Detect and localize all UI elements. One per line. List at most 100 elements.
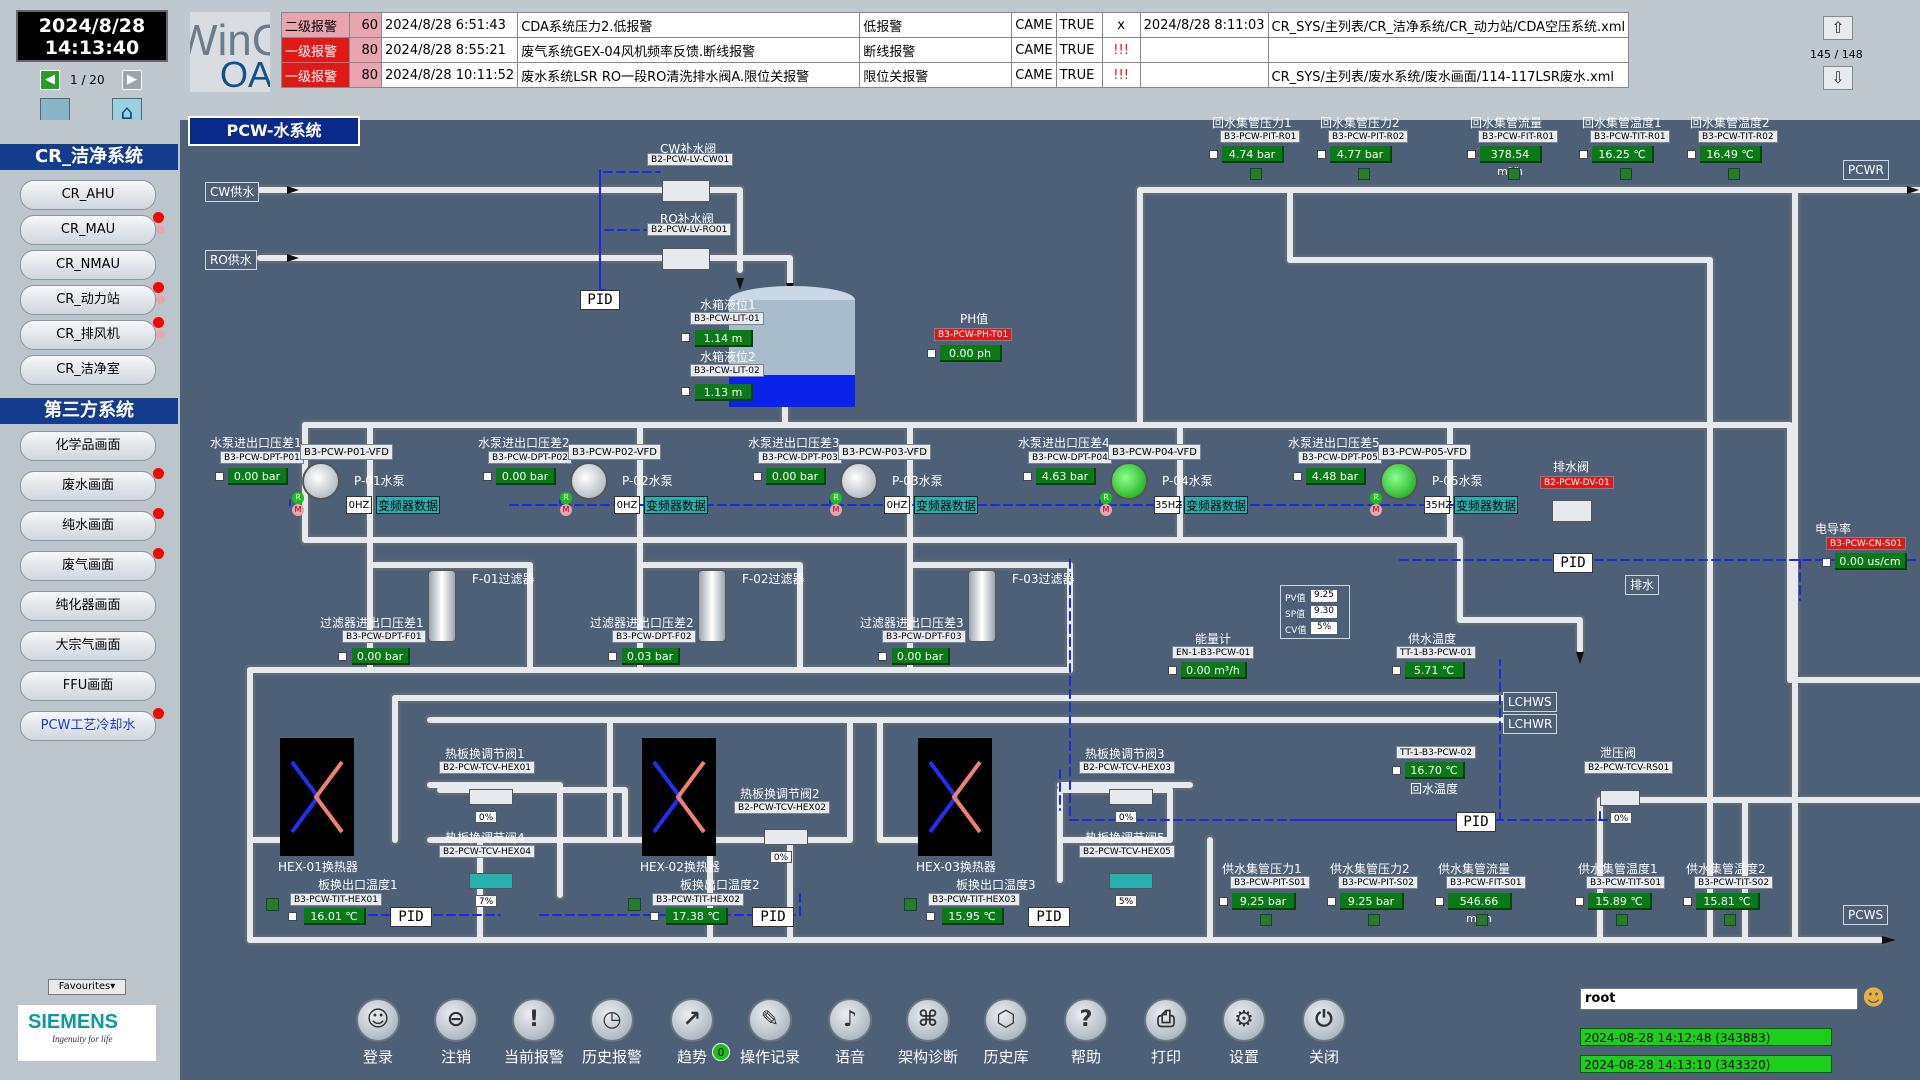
supply-sensor-checkbox[interactable]: [1327, 897, 1336, 906]
pid-drain[interactable]: PID: [1553, 553, 1593, 573]
return-sensor-checkbox[interactable]: [1209, 150, 1218, 159]
drain-valve[interactable]: [1552, 500, 1592, 522]
pid-relief[interactable]: PID: [1456, 812, 1496, 832]
tcv-valve[interactable]: [764, 829, 808, 845]
heat-exchanger-icon[interactable]: [642, 738, 716, 856]
nav-item[interactable]: CR_动力站: [20, 285, 156, 315]
pump-dp-checkbox[interactable]: [483, 472, 492, 481]
supply-sensor-checkbox[interactable]: [1683, 897, 1692, 906]
architecture-diagnosis-icon[interactable]: ⌘: [906, 998, 950, 1042]
pump-vfd-tag[interactable]: B3-PCW-P01-VFD: [300, 444, 394, 460]
pump-icon[interactable]: [570, 462, 608, 500]
supply-sensor-checkbox[interactable]: [1435, 897, 1444, 906]
nav-item[interactable]: CR_AHU: [20, 180, 156, 210]
pid-tank[interactable]: PID: [580, 290, 620, 310]
pump-dp-checkbox[interactable]: [753, 472, 762, 481]
cw-valve[interactable]: [662, 180, 710, 202]
nav-item[interactable]: FFU画面: [20, 671, 156, 701]
hex-temp-checkbox[interactable]: [650, 912, 659, 921]
pump-icon[interactable]: [302, 462, 340, 500]
filter-icon[interactable]: [428, 570, 456, 642]
return-sensor-checkbox[interactable]: [1467, 150, 1476, 159]
return-sensor-checkbox[interactable]: [1579, 150, 1588, 159]
trend-icon[interactable]: ↗: [670, 998, 714, 1042]
nav-item[interactable]: 废水画面: [20, 471, 156, 501]
users-icon[interactable]: ☻: [1862, 985, 1892, 1013]
vfd-data-button[interactable]: 变频器数据: [914, 496, 978, 514]
nav-item[interactable]: 大宗气画面: [20, 631, 156, 661]
settings-icon[interactable]: ⚙: [1222, 998, 1266, 1042]
nav-item[interactable]: CR_NMAU: [20, 250, 156, 280]
history-db-icon[interactable]: ⬡: [984, 998, 1028, 1042]
prev-page-button[interactable]: ◀: [40, 70, 60, 90]
energy-meter-checkbox[interactable]: [1168, 666, 1177, 675]
filter-icon[interactable]: [698, 570, 726, 642]
alarm-up-icon[interactable]: ⇧: [1823, 16, 1853, 40]
sp-value[interactable]: 9.30: [1311, 606, 1337, 618]
favourites-dropdown[interactable]: Favourites▾: [48, 979, 126, 995]
nav-item[interactable]: 化学品画面: [20, 431, 156, 461]
vfd-data-button[interactable]: 变频器数据: [1184, 496, 1248, 514]
pid-hex[interactable]: PID: [752, 907, 794, 927]
nav-item[interactable]: CR_洁净室: [20, 355, 156, 385]
vfd-data-button[interactable]: 变频器数据: [644, 496, 708, 514]
alarm-row[interactable]: 一级报警 80 2024/8/28 10:11:52 废水系统LSR RO一段RO清洗…: [281, 62, 1630, 88]
vfd-data-button[interactable]: 变频器数据: [1454, 496, 1518, 514]
heat-exchanger-icon[interactable]: [918, 738, 992, 856]
return-temp-checkbox[interactable]: [1392, 766, 1401, 775]
ro-valve[interactable]: [662, 248, 710, 270]
pump-icon[interactable]: [1110, 462, 1148, 500]
pump-vfd-tag[interactable]: B3-PCW-P02-VFD: [568, 444, 662, 460]
supply-sensor-checkbox[interactable]: [1219, 897, 1228, 906]
nav-item[interactable]: CR_MAU: [20, 215, 156, 245]
print-icon[interactable]: ⎙: [1144, 998, 1188, 1042]
pump-vfd-tag[interactable]: B3-PCW-P05-VFD: [1378, 444, 1472, 460]
tcv-valve[interactable]: [469, 789, 513, 805]
login-icon[interactable]: ☺: [356, 998, 400, 1042]
pump-dp-checkbox[interactable]: [1293, 472, 1302, 481]
operation-log-icon[interactable]: ✎: [748, 998, 792, 1042]
pump-dp-checkbox[interactable]: [1023, 472, 1032, 481]
ph-checkbox[interactable]: [927, 349, 936, 358]
pump-vfd-tag[interactable]: B3-PCW-P03-VFD: [838, 444, 932, 460]
alarm-row[interactable]: 一级报警 80 2024/8/28 8:55:21 废气系统GEX-04风机频率反馈.…: [281, 37, 1630, 63]
pump-vfd-tag[interactable]: B3-PCW-P04-VFD: [1108, 444, 1202, 460]
supply-temp-checkbox[interactable]: [1392, 666, 1401, 675]
pump-icon[interactable]: [1380, 462, 1418, 500]
tank-level1-checkbox[interactable]: [681, 333, 690, 342]
pid-hex[interactable]: PID: [1028, 907, 1070, 927]
history-alarm-icon[interactable]: ◷: [590, 998, 634, 1042]
nav-item[interactable]: 纯水画面: [20, 511, 156, 541]
nav-item[interactable]: 废气画面: [20, 551, 156, 581]
heat-exchanger-icon[interactable]: [280, 738, 354, 856]
tcv-valve[interactable]: [1109, 789, 1153, 805]
nav-item[interactable]: 纯化器画面: [20, 591, 156, 621]
return-sensor-checkbox[interactable]: [1317, 150, 1326, 159]
alarm-row[interactable]: 二级报警 60 2024/8/28 6:51:43 CDA系统压力2.低报警 低报警 CA…: [281, 12, 1630, 38]
hex-temp-checkbox[interactable]: [288, 912, 297, 921]
hex-temp-checkbox[interactable]: [926, 912, 935, 921]
filter-dp-checkbox[interactable]: [338, 652, 347, 661]
filter-dp-checkbox[interactable]: [608, 652, 617, 661]
relief-valve[interactable]: [1600, 790, 1640, 806]
tank-level2-checkbox[interactable]: [681, 387, 690, 396]
supply-sensor-checkbox[interactable]: [1575, 897, 1584, 906]
return-sensor-checkbox[interactable]: [1687, 150, 1696, 159]
pid-hex[interactable]: PID: [390, 907, 432, 927]
current-alarm-icon[interactable]: !: [512, 998, 556, 1042]
vfd-data-button[interactable]: 变频器数据: [376, 496, 440, 514]
alarm-down-icon[interactable]: ⇩: [1823, 66, 1853, 90]
pump-dp-checkbox[interactable]: [215, 472, 224, 481]
nav-item[interactable]: PCW工艺冷却水: [20, 711, 156, 741]
filter-icon[interactable]: [968, 570, 996, 642]
tcv-valve[interactable]: [469, 873, 513, 889]
nav-item[interactable]: CR_排风机: [20, 320, 156, 350]
close-icon[interactable]: ⏻: [1302, 998, 1346, 1042]
conductivity-checkbox[interactable]: [1822, 558, 1831, 567]
pump-icon[interactable]: [840, 462, 878, 500]
help-icon[interactable]: ?: [1064, 998, 1108, 1042]
next-page-button[interactable]: ▶: [122, 70, 142, 90]
voice-icon[interactable]: ♪: [828, 998, 872, 1042]
filter-dp-checkbox[interactable]: [878, 652, 887, 661]
tcv-valve[interactable]: [1109, 873, 1153, 889]
